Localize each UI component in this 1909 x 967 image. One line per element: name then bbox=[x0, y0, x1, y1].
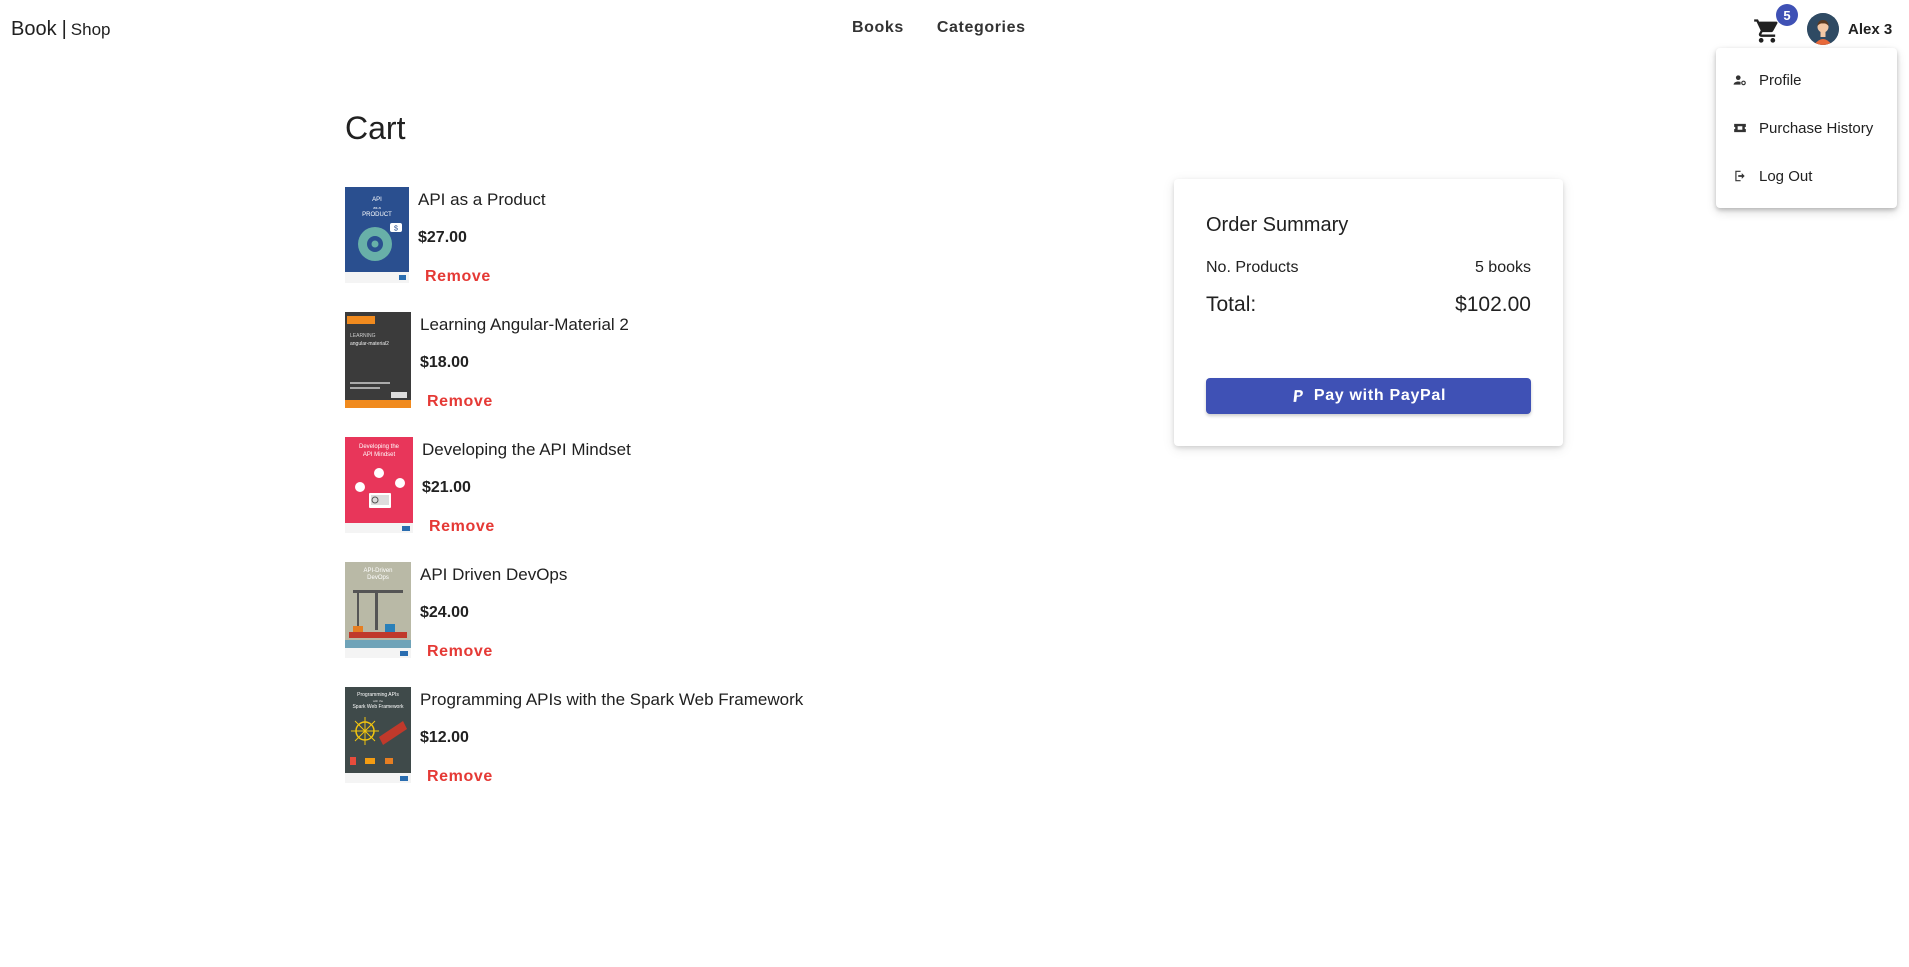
svg-text:Developing the: Developing the bbox=[359, 444, 400, 450]
profile-icon bbox=[1732, 73, 1747, 88]
svg-text:Spark Web Framework: Spark Web Framework bbox=[352, 704, 404, 710]
nav-books[interactable]: Books bbox=[852, 19, 904, 37]
brand-book: Book bbox=[11, 18, 57, 40]
svg-text:API: API bbox=[372, 197, 382, 203]
menu-item-purchase-history[interactable]: Purchase History bbox=[1716, 104, 1897, 152]
cart-item-price: $18.00 bbox=[420, 354, 469, 371]
cart-item-title: Programming APIs with the Spark Web Fram… bbox=[420, 690, 804, 709]
cart-item-title: API as a Product bbox=[418, 190, 546, 209]
svg-text:as a: as a bbox=[373, 205, 381, 210]
total-label: Total: bbox=[1206, 293, 1257, 316]
cart-item: Developing the API Mindset Developing th… bbox=[345, 437, 945, 562]
brand-logo[interactable]: Book | Shop bbox=[11, 18, 111, 41]
logout-icon bbox=[1732, 169, 1747, 184]
user-name: Alex 3 bbox=[1848, 20, 1893, 38]
svg-text:LEARNING: LEARNING bbox=[350, 333, 376, 339]
svg-text:API Mindset: API Mindset bbox=[363, 452, 396, 458]
remove-button[interactable]: Remove bbox=[427, 643, 493, 661]
user-menu-trigger[interactable]: Alex 3 bbox=[1807, 13, 1892, 45]
brand-shop: Shop bbox=[70, 20, 111, 39]
ticket-icon bbox=[1732, 121, 1747, 136]
cart-item-title: Developing the API Mindset bbox=[422, 440, 631, 459]
cart-item-price: $24.00 bbox=[420, 604, 469, 621]
svg-text:$: $ bbox=[394, 226, 398, 233]
paypal-icon bbox=[1293, 389, 1303, 402]
order-summary-card: Order Summary No. Products 5 books Total… bbox=[1174, 179, 1563, 446]
remove-button[interactable]: Remove bbox=[429, 518, 495, 536]
cart-item-price: $21.00 bbox=[422, 479, 471, 496]
menu-item-label: Log Out bbox=[1759, 167, 1813, 185]
cart-item-title: API Driven DevOps bbox=[420, 565, 568, 584]
menu-item-label: Purchase History bbox=[1759, 119, 1874, 137]
menu-item-profile[interactable]: Profile bbox=[1716, 56, 1897, 104]
brand-separator: | bbox=[61, 18, 67, 40]
book-cover-image[interactable]: API as a PRODUCT $ bbox=[345, 187, 409, 283]
remove-button[interactable]: Remove bbox=[427, 768, 493, 786]
cart-items-list: API as a PRODUCT $ API as a Product $27.… bbox=[345, 187, 945, 812]
page-title: Cart bbox=[345, 110, 406, 146]
pay-with-paypal-button[interactable]: Pay with PayPal bbox=[1206, 378, 1531, 414]
svg-text:Programming APIs: Programming APIs bbox=[357, 692, 399, 698]
svg-text:API-Driven: API-Driven bbox=[363, 568, 392, 574]
remove-button[interactable]: Remove bbox=[425, 268, 491, 286]
svg-text:with the: with the bbox=[373, 699, 384, 703]
book-cover-image[interactable]: Developing the API Mindset bbox=[345, 437, 413, 533]
menu-item-label: Profile bbox=[1759, 71, 1802, 89]
cart-item-title: Learning Angular-Material 2 bbox=[420, 315, 629, 334]
book-cover-image[interactable]: Programming APIs with the Spark Web Fram… bbox=[345, 687, 411, 783]
products-count-label: No. Products bbox=[1206, 259, 1299, 276]
remove-button[interactable]: Remove bbox=[427, 393, 493, 411]
main-nav: Books Categories bbox=[852, 19, 1026, 37]
menu-item-log-out[interactable]: Log Out bbox=[1716, 152, 1897, 200]
svg-text:DevOps: DevOps bbox=[367, 575, 389, 581]
total-row: Total: $102.00 bbox=[1206, 293, 1531, 317]
cart-item: API as a PRODUCT $ API as a Product $27.… bbox=[345, 187, 945, 312]
top-app-bar: Book | Shop Books Categories 5 Alex 3 bbox=[0, 0, 1909, 60]
cart-item: API-Driven DevOps API Driven DevOps $24.… bbox=[345, 562, 945, 687]
book-cover-image[interactable]: API-Driven DevOps bbox=[345, 562, 411, 658]
order-summary-title: Order Summary bbox=[1206, 214, 1349, 236]
cart-item: LEARNING angular-material2 Learning Angu… bbox=[345, 312, 945, 437]
products-count-value: 5 books bbox=[1474, 259, 1531, 276]
book-cover-image[interactable]: LEARNING angular-material2 bbox=[345, 312, 411, 408]
avatar bbox=[1807, 13, 1839, 45]
cart-item: Programming APIs with the Spark Web Fram… bbox=[345, 687, 945, 812]
pay-button-label: Pay with PayPal bbox=[1313, 387, 1447, 404]
cart-item-price: $12.00 bbox=[420, 729, 469, 746]
cart-count-badge: 5 bbox=[1776, 4, 1798, 26]
svg-text:angular-material2: angular-material2 bbox=[350, 341, 389, 347]
products-count-row: No. Products 5 books bbox=[1206, 259, 1531, 277]
cart-item-price: $27.00 bbox=[418, 229, 467, 246]
user-dropdown-menu: Profile Purchase History Log Out bbox=[1716, 48, 1897, 208]
total-value: $102.00 bbox=[1455, 293, 1531, 316]
svg-text:PRODUCT: PRODUCT bbox=[362, 212, 392, 218]
nav-categories[interactable]: Categories bbox=[937, 19, 1026, 37]
